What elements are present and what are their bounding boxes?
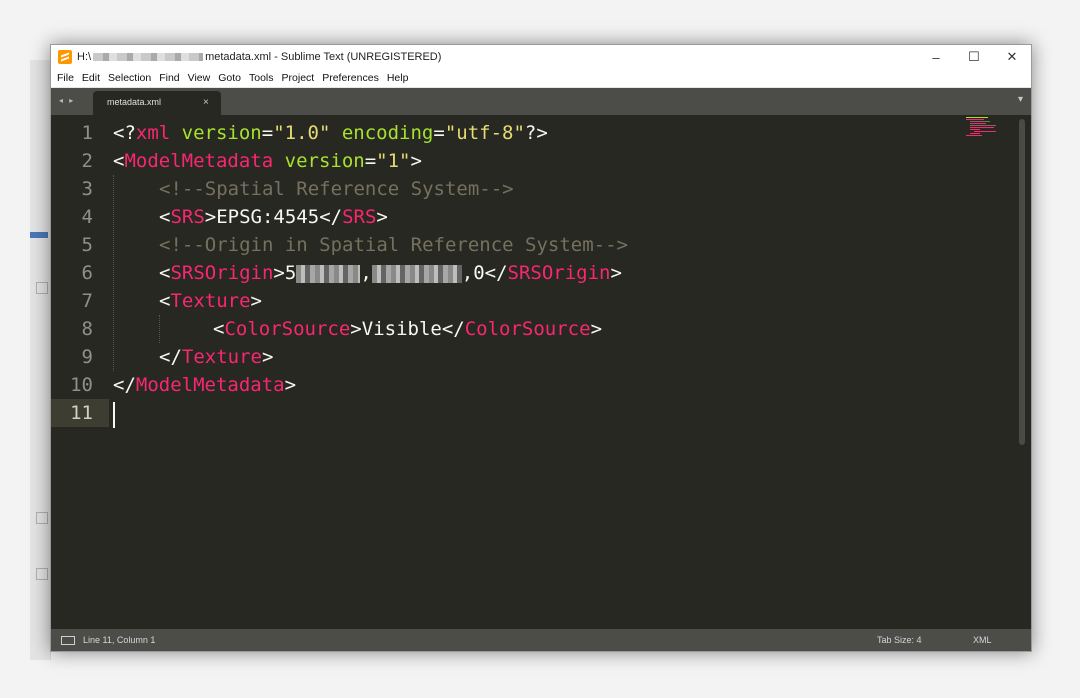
line-number-active: 11 bbox=[51, 399, 109, 427]
menu-goto[interactable]: Goto bbox=[214, 72, 245, 84]
line-number: 7 bbox=[81, 290, 93, 312]
close-button[interactable]: ✕ bbox=[993, 45, 1031, 69]
menu-preferences[interactable]: Preferences bbox=[318, 72, 383, 84]
tab-metadata-xml[interactable]: metadata.xml × bbox=[93, 91, 221, 115]
sublime-text-window: H:\ metadata.xml - Sublime Text (UNREGIS… bbox=[50, 44, 1032, 652]
tab-navigation-arrows-icon[interactable]: ◂ ▸ bbox=[59, 96, 75, 105]
redacted-coordinate bbox=[296, 264, 361, 283]
background-glyph bbox=[36, 512, 48, 524]
tab-dropdown-icon[interactable]: ▾ bbox=[1018, 94, 1023, 105]
menu-view[interactable]: View bbox=[184, 72, 215, 84]
minimap[interactable] bbox=[966, 117, 1006, 137]
code-editor[interactable]: 1 2 3 4 5 6 7 8 9 10 11 <?xml version="1… bbox=[51, 115, 1031, 629]
code-line-6: <SRSOrigin>5, ,0</SRSOrigin> bbox=[159, 262, 622, 284]
line-number-gutter: 1 2 3 4 5 6 7 8 9 10 11 bbox=[51, 115, 109, 629]
window-title-suffix: metadata.xml - Sublime Text (UNREGISTERE… bbox=[205, 51, 442, 63]
background-glyph bbox=[36, 282, 48, 294]
background-glyph bbox=[36, 568, 48, 580]
menu-tools[interactable]: Tools bbox=[245, 72, 278, 84]
line-number: 8 bbox=[81, 318, 93, 340]
line-number: 6 bbox=[81, 262, 93, 284]
code-line-2: <ModelMetadata version="1"> bbox=[113, 150, 422, 172]
tab-bar: ◂ ▸ metadata.xml × ▾ bbox=[51, 88, 1031, 115]
menu-file[interactable]: File bbox=[51, 72, 78, 84]
indent-guide bbox=[113, 175, 115, 371]
menu-help[interactable]: Help bbox=[383, 72, 413, 84]
menu-bar: File Edit Selection Find View Goto Tools… bbox=[51, 69, 1031, 88]
code-line-10: </ModelMetadata> bbox=[113, 374, 297, 396]
vertical-scrollbar[interactable] bbox=[1019, 119, 1025, 445]
title-bar[interactable]: H:\ metadata.xml - Sublime Text (UNREGIS… bbox=[51, 45, 1031, 69]
line-number: 3 bbox=[81, 178, 93, 200]
code-line-8: <ColorSource>Visible</ColorSource> bbox=[213, 318, 603, 340]
menu-edit[interactable]: Edit bbox=[78, 72, 104, 84]
menu-project[interactable]: Project bbox=[278, 72, 319, 84]
menu-find[interactable]: Find bbox=[155, 72, 183, 84]
redacted-path bbox=[93, 53, 204, 61]
code-line-1: <?xml version="1.0" encoding="utf-8"?> bbox=[113, 122, 548, 144]
menu-selection[interactable]: Selection bbox=[104, 72, 155, 84]
sublime-text-app-icon bbox=[58, 50, 72, 64]
tab-label: metadata.xml bbox=[107, 97, 162, 107]
redacted-coordinate bbox=[371, 264, 462, 283]
background-highlight bbox=[30, 232, 48, 238]
indent-guide bbox=[159, 315, 161, 343]
minimize-button[interactable]: – bbox=[917, 45, 955, 69]
line-number: 9 bbox=[81, 346, 93, 368]
window-title-prefix: H:\ bbox=[77, 51, 92, 63]
code-line-5: <!--Origin in Spatial Reference System--… bbox=[159, 234, 628, 256]
text-cursor bbox=[113, 402, 115, 428]
line-number: 5 bbox=[81, 234, 93, 256]
line-number: 4 bbox=[81, 206, 93, 228]
cursor-position: Line 11, Column 1 bbox=[83, 635, 156, 645]
line-number: 1 bbox=[81, 122, 93, 144]
tab-size-setting[interactable]: Tab Size: 4 bbox=[877, 635, 922, 645]
code-line-7: <Texture> bbox=[159, 290, 262, 312]
tab-close-icon[interactable]: × bbox=[203, 97, 209, 108]
console-panel-icon[interactable] bbox=[61, 635, 75, 645]
maximize-button[interactable]: ☐ bbox=[955, 45, 993, 69]
window-title: H:\ metadata.xml - Sublime Text (UNREGIS… bbox=[77, 51, 441, 63]
line-number: 10 bbox=[70, 374, 93, 396]
syntax-setting[interactable]: XML bbox=[973, 635, 992, 645]
code-line-9: </Texture> bbox=[159, 346, 274, 368]
code-line-3: <!--Spatial Reference System--> bbox=[159, 178, 514, 200]
status-bar: Line 11, Column 1 Tab Size: 4 XML bbox=[51, 629, 1031, 651]
window-controls: – ☐ ✕ bbox=[917, 45, 1031, 69]
code-line-4: <SRS>EPSG:4545</SRS> bbox=[159, 206, 388, 228]
line-number: 2 bbox=[81, 150, 93, 172]
